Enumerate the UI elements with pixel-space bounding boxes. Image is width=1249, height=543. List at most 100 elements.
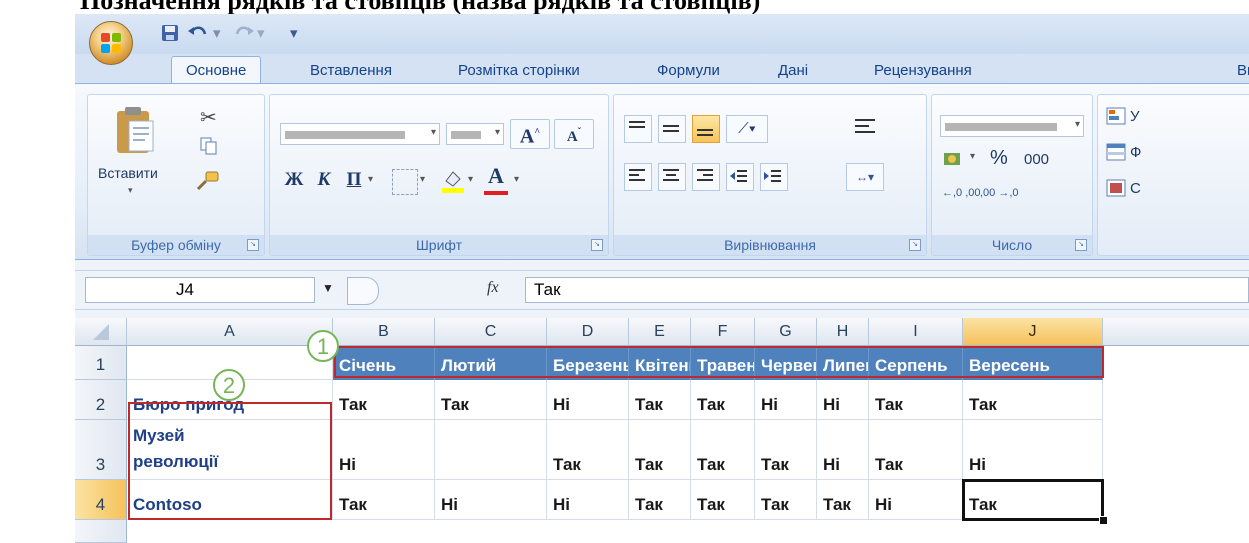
- row-header-4[interactable]: 4: [75, 480, 127, 520]
- column-header-h[interactable]: H: [817, 318, 869, 346]
- italic-button[interactable]: К: [310, 167, 338, 195]
- align-top-icon[interactable]: [624, 115, 652, 143]
- cell-c3[interactable]: [435, 420, 547, 480]
- accounting-dropdown-icon[interactable]: ▾: [970, 151, 975, 162]
- customize-qat-icon[interactable]: ▾: [290, 24, 298, 44]
- orientation-icon[interactable]: ⟋▾: [726, 115, 768, 143]
- cell-g3[interactable]: Так: [755, 420, 817, 480]
- fill-handle[interactable]: [1099, 516, 1108, 525]
- cell-i3[interactable]: Так: [869, 420, 963, 480]
- cell-styles-button[interactable]: С: [1106, 179, 1141, 197]
- redo-dropdown-icon[interactable]: ▾: [257, 24, 265, 44]
- align-right-icon[interactable]: [692, 163, 720, 191]
- cut-icon[interactable]: ✂: [200, 105, 217, 130]
- align-middle-icon[interactable]: [658, 115, 686, 143]
- fill-color-icon[interactable]: [440, 167, 466, 200]
- cell-g4[interactable]: Так: [755, 480, 817, 520]
- formula-input[interactable]: Так: [525, 277, 1249, 303]
- cell-d4[interactable]: Ні: [547, 480, 629, 520]
- cell-c2[interactable]: Так: [435, 380, 547, 420]
- tab-formulas[interactable]: Формули: [657, 58, 720, 83]
- alignment-launcher-icon[interactable]: ↘: [909, 239, 921, 251]
- tab-review[interactable]: Рецензування: [874, 58, 972, 83]
- accounting-format-icon[interactable]: [942, 149, 968, 176]
- cell-j3[interactable]: Ні: [963, 420, 1103, 480]
- cell-f4[interactable]: Так: [691, 480, 755, 520]
- number-launcher-icon[interactable]: ↘: [1075, 239, 1087, 251]
- redo-icon[interactable]: [233, 24, 255, 44]
- fill-color-dropdown-icon[interactable]: ▾: [468, 174, 473, 185]
- cell-d2[interactable]: Ні: [547, 380, 629, 420]
- undo-icon[interactable]: [187, 24, 209, 44]
- borders-dropdown-icon[interactable]: ▾: [420, 174, 425, 185]
- cell-e3[interactable]: Так: [629, 420, 691, 480]
- cell-b3[interactable]: Ні: [333, 420, 435, 480]
- format-painter-icon[interactable]: [196, 169, 220, 196]
- cell-e4[interactable]: Так: [629, 480, 691, 520]
- insert-function-icon[interactable]: fx: [487, 279, 499, 297]
- office-button[interactable]: [89, 21, 133, 65]
- grow-font-button[interactable]: A^: [510, 119, 550, 149]
- cell-j4[interactable]: Так: [963, 480, 1103, 520]
- tab-insert[interactable]: Вставлення: [310, 58, 392, 83]
- cell-e1[interactable]: Квітень: [629, 346, 691, 380]
- cell-i4[interactable]: Ні: [869, 480, 963, 520]
- decrease-indent-icon[interactable]: [726, 163, 754, 191]
- cell-d3[interactable]: Так: [547, 420, 629, 480]
- cell-a3[interactable]: Музей революції: [127, 420, 333, 480]
- cell-f1[interactable]: Травень: [691, 346, 755, 380]
- increase-decimal-button[interactable]: ←,0 ,00: [942, 187, 981, 199]
- bold-button[interactable]: Ж: [280, 167, 308, 195]
- undo-dropdown-icon[interactable]: ▾: [213, 24, 221, 44]
- save-icon[interactable]: [161, 24, 179, 44]
- copy-icon[interactable]: [200, 137, 218, 160]
- cell-f3[interactable]: Так: [691, 420, 755, 480]
- cell-b2[interactable]: Так: [333, 380, 435, 420]
- column-header-c[interactable]: C: [435, 318, 547, 346]
- align-left-icon[interactable]: [624, 163, 652, 191]
- cell-j2[interactable]: Так: [963, 380, 1103, 420]
- cell-h2[interactable]: Ні: [817, 380, 869, 420]
- cell-h4[interactable]: Так: [817, 480, 869, 520]
- font-color-dropdown-icon[interactable]: ▾: [514, 174, 519, 185]
- underline-button[interactable]: П: [340, 167, 368, 195]
- cell-h3[interactable]: Ні: [817, 420, 869, 480]
- cell-f2[interactable]: Так: [691, 380, 755, 420]
- paste-dropdown-icon[interactable]: ▾: [128, 185, 133, 196]
- cell-b1[interactable]: Січень: [333, 346, 435, 380]
- cell-g2[interactable]: Ні: [755, 380, 817, 420]
- conditional-formatting-button[interactable]: У: [1106, 107, 1140, 125]
- tab-view[interactable]: Ви: [1237, 58, 1249, 83]
- shrink-font-button[interactable]: Aˇ: [554, 119, 594, 149]
- cell-a4[interactable]: Contoso: [127, 480, 333, 520]
- cell-c1[interactable]: Лютий: [435, 346, 547, 380]
- cell-b4[interactable]: Так: [333, 480, 435, 520]
- column-header-f[interactable]: F: [691, 318, 755, 346]
- percent-button[interactable]: %: [990, 147, 1008, 170]
- select-all-corner[interactable]: [75, 318, 127, 346]
- increase-indent-icon[interactable]: [760, 163, 788, 191]
- format-as-table-button[interactable]: Ф: [1106, 143, 1141, 161]
- name-box-dropdown-icon[interactable]: ▼: [322, 281, 334, 295]
- font-size-combo[interactable]: ▾: [446, 123, 504, 145]
- cell-d1[interactable]: Березень: [547, 346, 629, 380]
- font-color-button[interactable]: A: [484, 163, 508, 189]
- font-launcher-icon[interactable]: ↘: [591, 239, 603, 251]
- row-header-1[interactable]: 1: [75, 346, 127, 380]
- align-center-icon[interactable]: [658, 163, 686, 191]
- cell-c4[interactable]: Ні: [435, 480, 547, 520]
- cell-g1[interactable]: Червень: [755, 346, 817, 380]
- paste-icon[interactable]: [113, 105, 157, 162]
- number-format-combo[interactable]: ▾: [940, 115, 1084, 137]
- cell-i1[interactable]: Серпень: [869, 346, 963, 380]
- merge-center-icon[interactable]: ↔▾: [846, 163, 884, 191]
- align-bottom-icon[interactable]: [692, 115, 720, 143]
- row-header-3[interactable]: 3: [75, 420, 127, 480]
- column-header-e[interactable]: E: [629, 318, 691, 346]
- font-name-combo[interactable]: ▾: [280, 123, 440, 145]
- formula-bar-resize-handle[interactable]: [347, 277, 379, 305]
- column-header-i[interactable]: I: [869, 318, 963, 346]
- column-header-a[interactable]: A: [127, 318, 333, 346]
- decrease-decimal-button[interactable]: ,00 →,0: [980, 187, 1019, 199]
- column-header-b[interactable]: B: [333, 318, 435, 346]
